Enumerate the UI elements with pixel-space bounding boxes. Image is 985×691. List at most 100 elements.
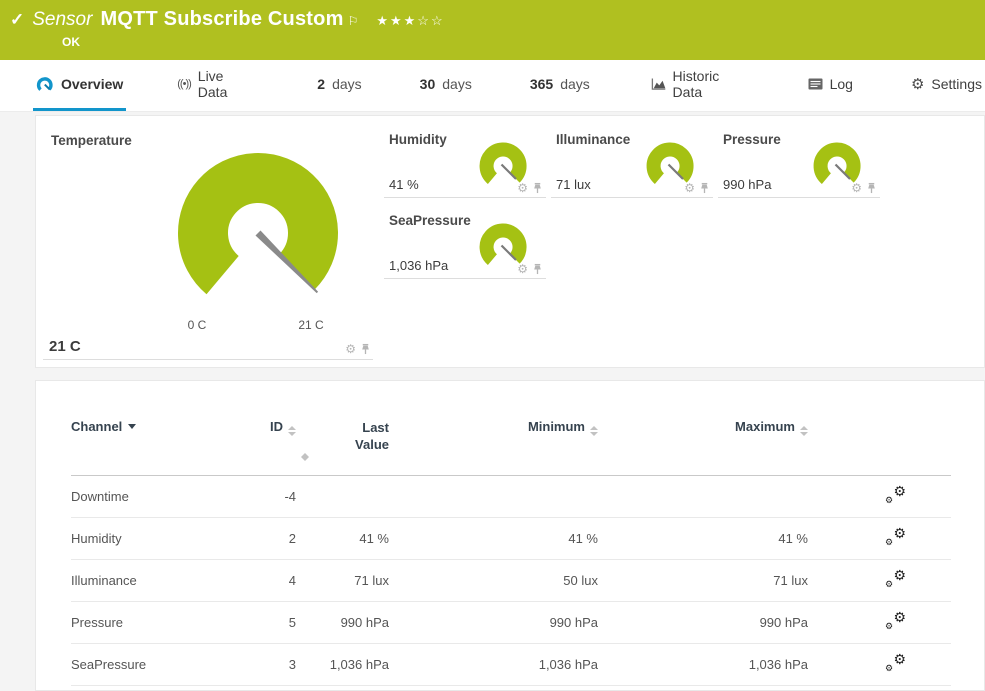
column-header-channel[interactable]: Channel xyxy=(71,417,261,476)
temperature-scale-max: 21 C xyxy=(289,318,333,332)
illuminance-gear-icon[interactable]: ⚙ xyxy=(684,182,695,194)
column-header-minimum[interactable]: Minimum xyxy=(389,417,598,476)
channel-id: 5 xyxy=(261,602,296,644)
humidity-pin-icon[interactable] xyxy=(532,182,543,194)
channel-maximum: 990 hPa xyxy=(598,602,808,644)
channel-last-value: 41 % xyxy=(296,518,389,560)
column-header-last-value[interactable]: Last Value xyxy=(296,417,389,476)
gear-icon: ⚙ xyxy=(893,484,906,498)
channel-name[interactable]: Temperature xyxy=(71,686,261,691)
tab-live-data[interactable]: ((•)) Live Data xyxy=(174,60,254,111)
channel-id: 1 xyxy=(261,686,296,691)
gear-icon: ⚙ xyxy=(885,580,893,589)
humidity-current-value: 41 % xyxy=(389,177,419,192)
channel-settings-icon[interactable]: ⚙⚙ xyxy=(884,654,906,672)
gauge-tile-pressure: Pressure 990 hPa ⚙ xyxy=(718,123,880,198)
illuminance-pin-icon[interactable] xyxy=(699,182,710,194)
column-header-id-label: ID xyxy=(270,419,283,434)
flag-icon[interactable]: ⚐ xyxy=(348,14,359,28)
gear-icon: ⚙ xyxy=(885,496,893,505)
priority-stars[interactable]: ★★★☆☆ xyxy=(376,13,444,29)
table-row-downtime: Downtime -4 ⚙⚙ xyxy=(71,476,951,518)
channel-id: 3 xyxy=(261,644,296,686)
gear-icon: ⚙ xyxy=(893,568,906,582)
tab-settings[interactable]: ⚙ Settings xyxy=(908,60,985,111)
sort-icon xyxy=(301,453,389,461)
table-header-row: Channel ID Last Value Minimum Maximum xyxy=(71,417,951,476)
channel-minimum: 990 hPa xyxy=(389,602,598,644)
pressure-gear-icon[interactable]: ⚙ xyxy=(851,182,862,194)
gauge-tile-illuminance: Illuminance 71 lux ⚙ xyxy=(551,123,713,198)
channel-table: Channel ID Last Value Minimum Maximum xyxy=(71,417,951,691)
channel-maximum: 21 C xyxy=(598,686,808,691)
channel-minimum xyxy=(389,476,598,518)
pressure-pin-icon[interactable] xyxy=(866,182,877,194)
gauge-tile-seapressure: SeaPressure 1,036 hPa ⚙ xyxy=(384,204,546,279)
gauge-title-humidity: Humidity xyxy=(389,132,447,147)
gauges-panel: Temperature 0 C 21 C 21 C ⚙ xyxy=(35,115,985,368)
gauge-title-illuminance: Illuminance xyxy=(556,132,630,147)
channel-settings-icon[interactable]: ⚙⚙ xyxy=(884,486,906,504)
pressure-current-value: 990 hPa xyxy=(723,177,771,192)
channel-name[interactable]: Illuminance xyxy=(71,560,261,602)
temperature-gauge xyxy=(168,152,348,297)
tab-settings-label: Settings xyxy=(931,76,982,92)
status-ok-check-icon: ✓ xyxy=(10,10,24,30)
table-row-humidity: Humidity 2 41 % 41 % 41 % ⚙⚙ xyxy=(71,518,951,560)
illuminance-gauge xyxy=(640,139,700,185)
channel-settings-icon[interactable]: ⚙⚙ xyxy=(884,570,906,588)
channel-id: 2 xyxy=(261,518,296,560)
tab-365-days-unit: days xyxy=(560,76,590,92)
tab-365-days[interactable]: 365 days xyxy=(527,60,593,111)
column-header-channel-label: Channel xyxy=(71,419,122,434)
gear-icon: ⚙ xyxy=(885,538,893,547)
seapressure-gear-icon[interactable]: ⚙ xyxy=(517,263,528,275)
gauge-tile-humidity: Humidity 41 % ⚙ xyxy=(384,123,546,198)
humidity-gear-icon[interactable]: ⚙ xyxy=(517,182,528,194)
tab-overview-label: Overview xyxy=(61,76,123,92)
channel-settings-icon[interactable]: ⚙⚙ xyxy=(884,612,906,630)
sort-icon xyxy=(800,426,808,436)
overview-gauge-icon xyxy=(36,76,54,92)
channel-name[interactable]: Pressure xyxy=(71,602,261,644)
table-row-pressure: Pressure 5 990 hPa 990 hPa 990 hPa ⚙⚙ xyxy=(71,602,951,644)
channel-name[interactable]: Humidity xyxy=(71,518,261,560)
tab-historic-data-label: Historic Data xyxy=(673,68,747,100)
tab-2-days[interactable]: 2 days xyxy=(314,60,364,111)
historic-chart-icon xyxy=(651,78,666,91)
sensor-type-label: Sensor xyxy=(32,9,92,31)
temperature-pin-icon[interactable] xyxy=(360,343,371,355)
channel-settings-icon[interactable]: ⚙⚙ xyxy=(884,528,906,546)
channel-maximum xyxy=(598,476,808,518)
channel-minimum: 1,036 hPa xyxy=(389,644,598,686)
channel-last-value: 71 lux xyxy=(296,560,389,602)
humidity-gauge xyxy=(473,139,533,185)
sort-desc-icon xyxy=(128,424,136,429)
tab-historic-data[interactable]: Historic Data xyxy=(648,60,750,111)
temperature-gear-icon[interactable]: ⚙ xyxy=(345,343,356,355)
tab-log-label: Log xyxy=(830,76,853,92)
illuminance-current-value: 71 lux xyxy=(556,177,591,192)
tab-overview[interactable]: Overview xyxy=(33,60,126,111)
channel-name[interactable]: SeaPressure xyxy=(71,644,261,686)
channel-table-panel: Channel ID Last Value Minimum Maximum xyxy=(35,380,985,691)
status-badge: OK xyxy=(62,35,985,49)
gear-icon: ⚙ xyxy=(893,652,906,666)
table-row-seapressure: SeaPressure 3 1,036 hPa 1,036 hPa 1,036 … xyxy=(71,644,951,686)
column-header-value-label: Value xyxy=(296,436,389,453)
tab-30-days[interactable]: 30 days xyxy=(417,60,475,111)
temperature-scale-min: 0 C xyxy=(175,318,219,332)
seapressure-pin-icon[interactable] xyxy=(532,263,543,275)
table-row-illuminance: Illuminance 4 71 lux 50 lux 71 lux ⚙⚙ xyxy=(71,560,951,602)
column-header-id[interactable]: ID xyxy=(261,417,296,476)
sensor-header: ✓ Sensor MQTT Subscribe Custom ⚐ ★★★☆☆ O… xyxy=(0,0,985,60)
column-header-maximum[interactable]: Maximum xyxy=(598,417,808,476)
channel-id: -4 xyxy=(261,476,296,518)
tab-2-days-number: 2 xyxy=(317,76,325,92)
channel-maximum: 71 lux xyxy=(598,560,808,602)
channel-name[interactable]: Downtime xyxy=(71,476,261,518)
channel-last-value: 990 hPa xyxy=(296,602,389,644)
tab-log[interactable]: Log xyxy=(805,60,856,111)
sensor-title: MQTT Subscribe Custom xyxy=(100,8,343,31)
channel-last-value: 21 C xyxy=(296,686,389,691)
